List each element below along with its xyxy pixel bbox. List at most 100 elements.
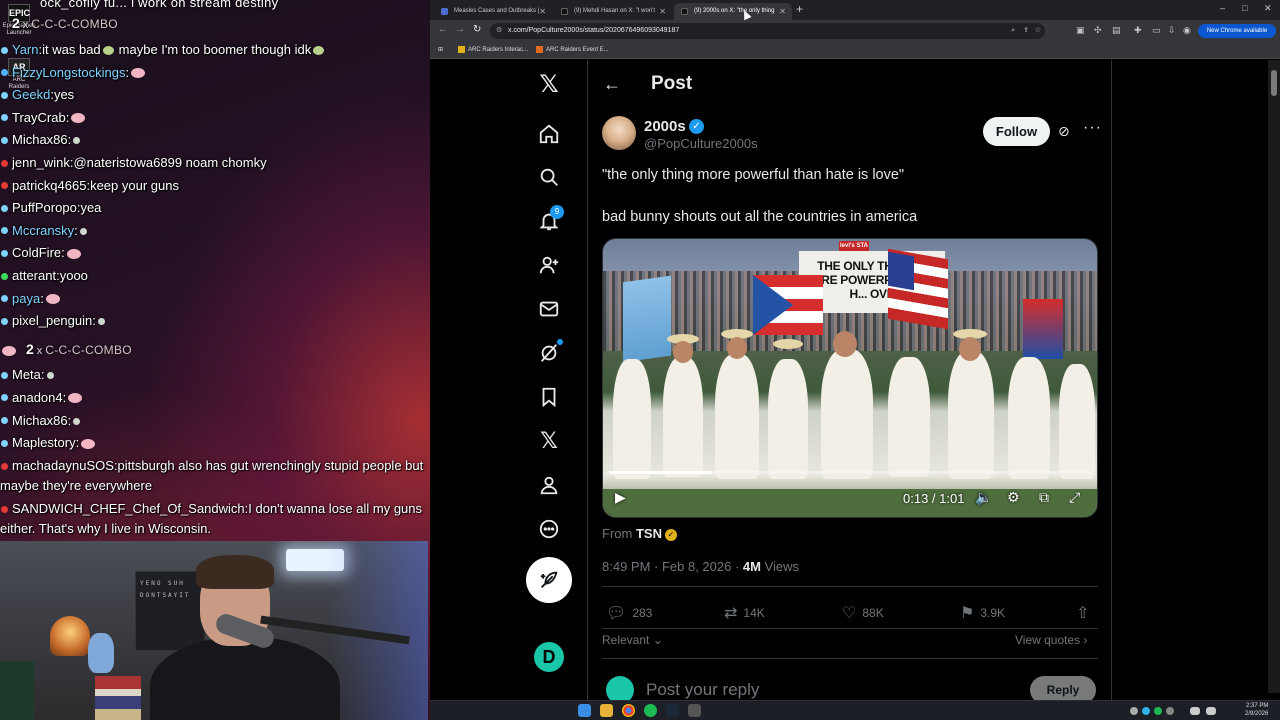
forward-icon[interactable]: → (455, 24, 465, 35)
grok-explain-icon[interactable]: ⊘ (1058, 123, 1070, 140)
chat-username[interactable]: Yarn (12, 42, 39, 57)
author-avatar[interactable] (602, 116, 636, 150)
share-action[interactable]: ⇧ (1076, 603, 1089, 623)
zoom-icon[interactable]: ⌕ (1011, 23, 1015, 39)
spotify-icon[interactable] (644, 704, 657, 717)
dancer (768, 359, 808, 479)
repost-action[interactable]: ⇄ 14K (724, 603, 765, 623)
chat-username[interactable]: SANDWICH_CHEF_Chef_Of_Sandwich (12, 501, 245, 516)
reload-icon[interactable]: ↻ (473, 24, 481, 35)
tab-2000s[interactable]: (9) 2000s on X: "the only thing ✕ (674, 3, 792, 20)
bookmarks-icon[interactable] (535, 383, 563, 411)
chat-badge-icon (1, 394, 8, 402)
chat-username[interactable]: pixel_penguin (12, 313, 92, 328)
tray-icon[interactable] (1130, 707, 1138, 715)
profile-person-icon[interactable] (535, 471, 563, 499)
premium-x-icon[interactable]: 𝕏 (535, 427, 563, 455)
video-player[interactable]: levi's STA THE ONLY THING IS MORE POWERF… (602, 238, 1098, 518)
chat-username[interactable]: FizzyLongstockings (12, 65, 125, 80)
sort-replies-dropdown[interactable]: Relevant ⌄ (602, 633, 663, 647)
chat-username[interactable]: Mccransky (12, 223, 74, 238)
downloads-icon[interactable]: ⇩ (1168, 25, 1176, 36)
chat-username[interactable]: TrayCrab (12, 110, 66, 125)
minimize-icon[interactable]: – (1220, 3, 1225, 13)
extension-d-logo-icon[interactable]: D (534, 642, 564, 672)
more-menu-icon[interactable]: ··· (1083, 119, 1102, 137)
chat-username[interactable]: Maplestory (12, 435, 76, 450)
page-scrollbar[interactable] (1268, 60, 1280, 693)
settings-gear-icon[interactable]: ⚙ (1007, 489, 1020, 506)
back-arrow-icon[interactable]: ← (603, 74, 621, 95)
video-progress-bar[interactable] (609, 471, 1093, 474)
chat-username[interactable]: machadaynuSOS (12, 458, 114, 473)
chat-username[interactable]: Geekd (12, 87, 50, 102)
home-icon[interactable] (535, 120, 563, 148)
search-icon[interactable] (535, 163, 563, 191)
steam-icon[interactable] (666, 704, 679, 717)
chat-username[interactable]: jenn_wink (12, 155, 70, 170)
share-icon[interactable]: ⇪ (1023, 23, 1029, 39)
scrollbar-thumb[interactable] (1271, 70, 1277, 96)
chrome-icon[interactable] (622, 704, 635, 717)
extension-icon[interactable]: ▣ (1076, 25, 1085, 36)
chrome-update-button[interactable]: New Chrome available (1198, 24, 1276, 38)
tab-mehdi-hasan[interactable]: (9) Mehdi Hasan on X: "I won't ✕ (554, 3, 672, 20)
new-tab-button[interactable]: + (796, 2, 803, 16)
chat-username[interactable]: anadon4 (12, 390, 63, 405)
post-timestamp[interactable]: 8:49 PM · Feb 8, 2026 · (602, 559, 743, 574)
author-handle[interactable]: @PopCulture2000s (644, 136, 758, 151)
tab-measles[interactable]: Measles Cases and Outbreaks | ✕ (434, 3, 552, 20)
chat-username[interactable]: patrickq4665 (12, 178, 86, 193)
compose-post-button[interactable] (526, 557, 572, 603)
bookmark-arc-raiders-event[interactable]: ARC Raiders Event E... (536, 42, 609, 58)
bookmark-star-icon[interactable]: ☆ (1035, 23, 1041, 39)
volume-icon[interactable]: 🔈 (975, 489, 992, 506)
reply-input[interactable]: Post your reply (646, 680, 759, 700)
extensions-puzzle-icon[interactable]: ✚ (1134, 25, 1142, 36)
system-clock[interactable]: 2:37 PM 2/9/2026 (1245, 702, 1268, 718)
tray-icon[interactable] (1142, 707, 1150, 715)
site-info-icon[interactable]: ⚙ (496, 23, 502, 39)
bookmark-arc-raiders-interactive[interactable]: ARC Raiders Interac... (458, 42, 528, 58)
tab-close-icon[interactable]: ✕ (779, 3, 786, 20)
chat-username[interactable]: ColdFire (12, 245, 61, 260)
profile-icon[interactable]: ◉ (1183, 25, 1191, 36)
picture-in-picture-icon[interactable]: ⧉ (1039, 489, 1049, 506)
tab-close-icon[interactable]: ✕ (539, 3, 546, 20)
chat-username[interactable]: Meta (12, 367, 41, 382)
chat-username[interactable]: PuffPoropo (12, 200, 77, 215)
chat-username[interactable]: Michax86 (12, 413, 68, 428)
messages-mail-icon[interactable] (535, 295, 563, 323)
tray-icon[interactable] (1166, 707, 1174, 715)
fullscreen-icon[interactable]: ⤢ (1069, 489, 1080, 506)
follow-people-icon[interactable] (535, 251, 563, 279)
back-icon[interactable]: ← (438, 24, 448, 35)
address-bar[interactable]: ⚙ x.com/PopCulture2000s/status/202067649… (490, 23, 1045, 39)
file-explorer-icon[interactable] (600, 704, 613, 717)
start-windows-icon[interactable] (578, 704, 591, 717)
chat-username[interactable]: Michax86 (12, 132, 68, 147)
apps-grid-icon[interactable]: ⊞ (438, 42, 443, 58)
close-window-icon[interactable]: ✕ (1264, 3, 1272, 14)
more-options-icon[interactable] (535, 515, 563, 543)
author-display-name[interactable]: 2000s (644, 118, 686, 135)
tray-icon[interactable] (1154, 707, 1162, 715)
like-action[interactable]: ♡ 88K (842, 603, 884, 623)
source-account-link[interactable]: TSN (636, 526, 662, 541)
maximize-icon[interactable]: □ (1242, 3, 1247, 13)
x-logo-icon[interactable]: 𝕏 (535, 70, 563, 98)
play-icon[interactable]: ▶ (615, 489, 626, 506)
bookmark-action[interactable]: ⚑ 3.9K (960, 603, 1005, 623)
volume-tray-icon[interactable] (1206, 707, 1216, 715)
extension-icon[interactable]: ▤ (1112, 25, 1121, 36)
extension-icon[interactable]: ✣ (1094, 25, 1102, 36)
chat-username[interactable]: atterant (12, 268, 56, 283)
obs-icon[interactable] (688, 704, 701, 717)
reply-action[interactable]: 💬︎ 283 (606, 603, 652, 623)
wifi-icon[interactable] (1190, 707, 1200, 715)
view-quotes-link[interactable]: View quotes › (1015, 633, 1088, 647)
follow-button[interactable]: Follow (983, 117, 1050, 146)
sidepanel-icon[interactable]: ▭ (1152, 25, 1161, 36)
tab-close-icon[interactable]: ✕ (659, 3, 666, 20)
chat-username[interactable]: paya (12, 291, 40, 306)
